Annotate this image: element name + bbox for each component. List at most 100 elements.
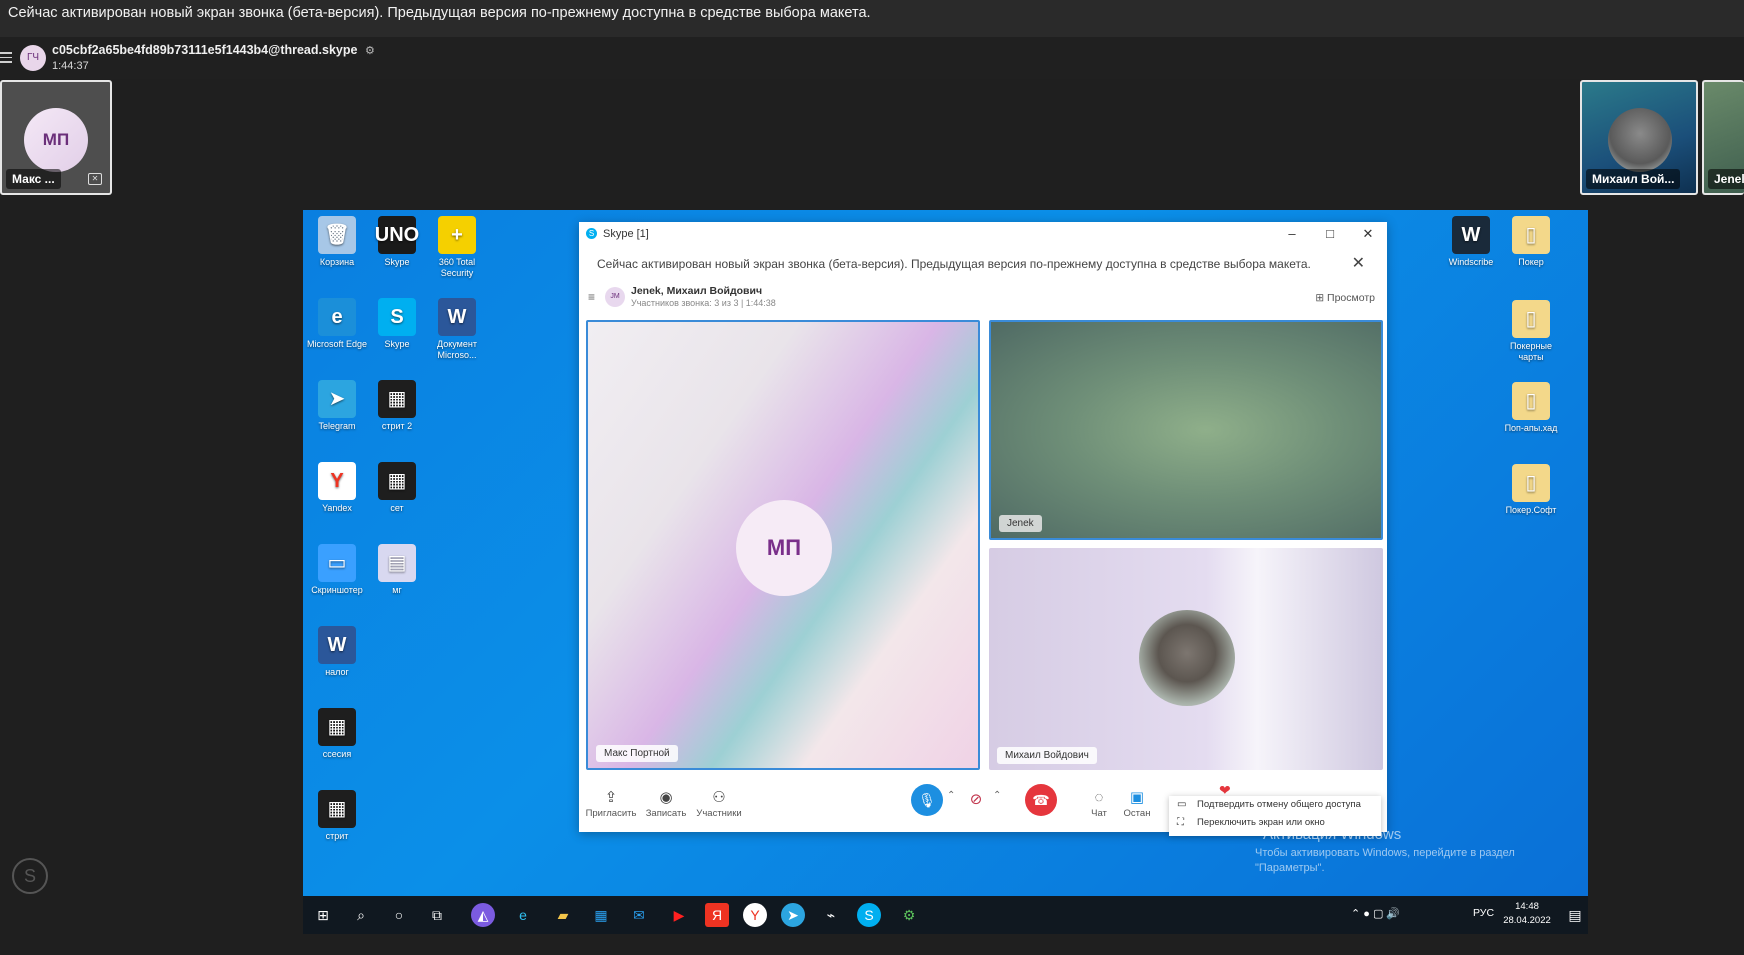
desktop-icon-label: сет [390, 503, 404, 513]
desktop-icon-label: стрит 2 [381, 421, 413, 431]
camera-button[interactable]: ⊘ [963, 788, 989, 812]
app-icon-purple[interactable]: ◭ [471, 903, 495, 927]
desktop-icon[interactable]: ▯ Покер [1499, 216, 1563, 268]
desktop-icon-glyph-icon: S [378, 298, 416, 336]
desktop-icon-glyph-icon: W [438, 298, 476, 336]
stop-sharing-button[interactable]: ▣ Остан [1117, 788, 1157, 819]
invite-button[interactable]: ⇪ Пригласить [581, 788, 641, 819]
activation-watermark-title: Активация Windows [1263, 826, 1402, 843]
end-call-button[interactable]: ☎ [1025, 784, 1057, 816]
desktop-icon-glyph-icon: ▯ [1512, 464, 1550, 502]
desktop-icon[interactable]: W Документ Microso... [425, 298, 489, 361]
window-title: Skype [1] [603, 228, 649, 240]
store-icon[interactable]: ▦ [589, 903, 613, 927]
desktop-icon[interactable]: UNO Skype [365, 216, 429, 268]
desktop-icon-glyph-icon: W [318, 626, 356, 664]
windows-taskbar: ⊞ ⌕ ○ ⧉ ◭ e ▰ ▦ ✉ ▶ Я Y ➤ ⌁ S ⚙ ⌃ ● ▢ 🔊 … [303, 896, 1588, 934]
desktop-icon[interactable]: ▯ Покерные чарты [1499, 300, 1563, 363]
avatar: МП [24, 108, 88, 172]
desktop-icon-label: Yandex [322, 503, 352, 513]
beta-notice: Сейчас активирован новый экран звонка (б… [597, 257, 1311, 271]
skype-titlebar: S Skype [1] – □ ✕ [579, 222, 1387, 246]
desktop-icon-glyph-icon: ▯ [1512, 382, 1550, 420]
skype-taskbar-icon[interactable]: S [857, 903, 881, 927]
participant-thumb-mikhail[interactable]: Михаил Вой... [1580, 80, 1698, 195]
clock[interactable]: 14:48 28.04.2022 [1499, 900, 1555, 928]
desktop-icon-label: Поп-апы.хад [1504, 423, 1558, 433]
participants-button[interactable]: ⚇ Участники [689, 788, 749, 819]
maximize-button[interactable]: □ [1311, 222, 1349, 246]
call-title[interactable]: Jenek, Михаил Войдович [631, 285, 762, 297]
app-icon-chart[interactable]: ⌁ [819, 903, 843, 927]
mic-button[interactable]: 🎙 [911, 784, 943, 816]
cortana-icon[interactable]: ○ [387, 903, 411, 927]
camera-options-chevron-icon[interactable]: ⌃ [993, 790, 1001, 801]
thread-avatar: ГЧ [20, 45, 46, 71]
mic-options-chevron-icon[interactable]: ⌃ [947, 790, 955, 801]
clock-time: 14:48 [1515, 901, 1539, 912]
desktop-icon-label: Telegram [318, 421, 356, 431]
menu-icon[interactable]: ≡ [588, 290, 595, 304]
gear-icon[interactable]: ⚙ [365, 45, 375, 57]
desktop-icon-label: Документ Microso... [437, 339, 477, 360]
thread-title[interactable]: c05cbf2a65be4fd89b73111e5f1443b4@thread.… [52, 43, 375, 57]
start-button[interactable]: ⊞ [311, 903, 335, 927]
minimize-button[interactable]: – [1273, 222, 1311, 246]
mail-icon[interactable]: ✉ [627, 903, 651, 927]
desktop-icon-glyph-icon: UNO [375, 216, 419, 254]
desktop-icon-glyph-icon: e [318, 298, 356, 336]
camera-off-icon: ⊘ [969, 791, 983, 808]
close-button[interactable]: ✕ [1349, 222, 1387, 246]
menu-item-confirm-stop-sharing[interactable]: ▭ Подтвердить отмену общего доступа [1169, 796, 1381, 814]
video-tile-main[interactable]: МП Макс Портной [586, 320, 980, 770]
tray-icons[interactable]: ⌃ ● ▢ 🔊 [1351, 907, 1400, 920]
language-indicator[interactable]: РУС [1473, 907, 1494, 919]
record-button[interactable]: ◉ Записать [636, 788, 696, 819]
close-icon[interactable]: ✕ [1352, 253, 1365, 273]
video-tile-jenek[interactable]: Jenek [989, 320, 1383, 540]
menu-icon[interactable] [0, 52, 12, 64]
edge-icon[interactable]: e [511, 903, 535, 927]
desktop-icon[interactable]: ▤ мг [365, 544, 429, 596]
desktop-icon[interactable]: +360 Total Security [425, 216, 489, 279]
file-explorer-icon[interactable]: ▰ [551, 903, 575, 927]
video-tile-mikhail[interactable]: Михаил Войдович [989, 548, 1383, 770]
notifications-icon[interactable]: ▤ [1563, 903, 1587, 927]
grid-icon: ⊞ [1315, 292, 1325, 304]
desktop-icon[interactable]: ➤ Telegram [305, 380, 369, 432]
participant-thumb-jenek[interactable]: Jenel [1702, 80, 1744, 195]
desktop-icon[interactable]: Y Yandex [305, 462, 369, 514]
desktop-icon-glyph-icon: 🗑 [318, 216, 356, 254]
desktop-icon[interactable]: e Microsoft Edge [305, 298, 369, 350]
desktop-icon-label: налог [325, 667, 349, 677]
yandex-icon[interactable]: Я [705, 903, 729, 927]
desktop-icon-glyph-icon: W [1452, 216, 1490, 254]
desktop-icon-label: ссесия [322, 749, 352, 759]
app-icon-green[interactable]: ⚙ [897, 903, 921, 927]
desktop-icon-glyph-icon: ▦ [318, 790, 356, 828]
desktop-icon[interactable]: ▦ стрит [305, 790, 369, 842]
telegram-icon[interactable]: ➤ [781, 903, 805, 927]
desktop-icon[interactable]: ▦ стрит 2 [365, 380, 429, 432]
youtube-icon[interactable]: ▶ [667, 903, 691, 927]
desktop-icon-glyph-icon: + [438, 216, 476, 254]
avatar: МП [736, 500, 832, 596]
beta-banner: Сейчас активирован новый экран звонка (б… [0, 0, 1744, 37]
view-button[interactable]: ⊞ Просмотр [1315, 292, 1375, 304]
desktop-icon[interactable]: ▯ Покер.Софт [1499, 464, 1563, 516]
search-icon[interactable]: ⌕ [349, 903, 373, 927]
desktop-icon[interactable]: W Windscribe [1439, 216, 1503, 268]
desktop-icon[interactable]: Wналог [305, 626, 369, 678]
chat-button[interactable]: ◌ Чат [1079, 788, 1119, 819]
participant-thumb-self[interactable]: МП Макс ... ✕ [0, 80, 112, 195]
desktop-icon[interactable]: ▦ сет [365, 462, 429, 514]
desktop-icon[interactable]: ▯ Поп-апы.хад [1499, 382, 1563, 434]
yandex-browser-icon[interactable]: Y [743, 903, 767, 927]
participant-name: Jenel [1708, 169, 1744, 189]
desktop-icon-label: Покер [1518, 257, 1544, 267]
desktop-icon[interactable]: ▦ ссесия [305, 708, 369, 760]
task-view-icon[interactable]: ⧉ [425, 903, 449, 927]
desktop-icon[interactable]: ▭ Скриншотер [305, 544, 369, 596]
desktop-icon[interactable]: 🗑 Корзина [305, 216, 369, 268]
desktop-icon[interactable]: S Skype [365, 298, 429, 350]
